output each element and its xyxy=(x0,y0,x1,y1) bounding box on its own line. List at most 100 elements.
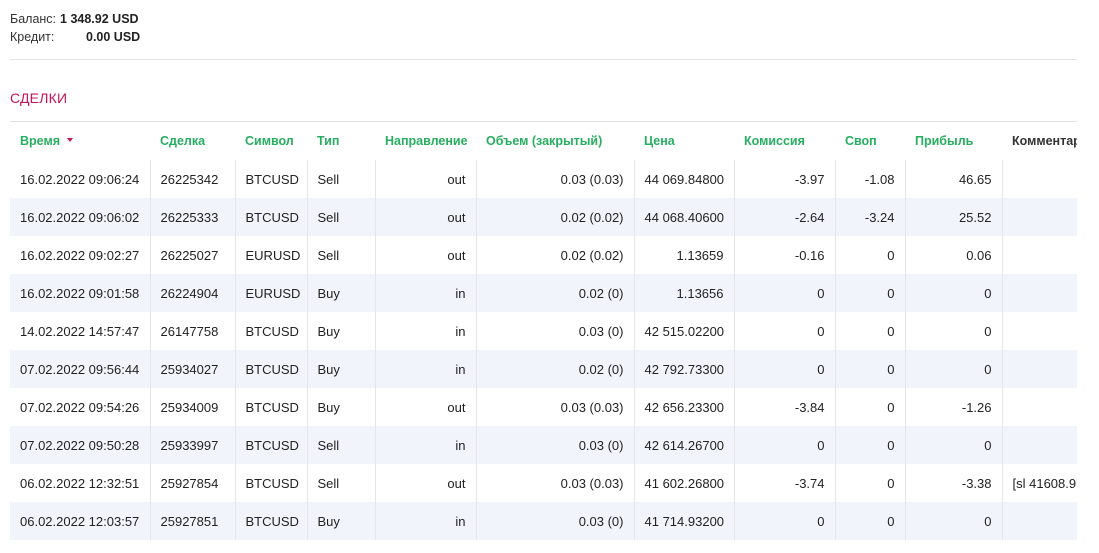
cell-commission: -3.97 xyxy=(733,160,835,198)
table-row[interactable]: 16.02.2022 09:06:02 26225333 BTCUSD Sell out… xyxy=(10,198,1077,236)
table-row[interactable]: 14.02.2022 14:57:47 26147758 BTCUSD Buy in 0.… xyxy=(10,312,1077,350)
cell-swap: 0 xyxy=(834,426,905,464)
cell-symbol: BTCUSD xyxy=(234,350,307,388)
cell-volume: 0.03 (0) xyxy=(475,502,634,540)
cell-price: 42 656.23300 xyxy=(633,388,734,426)
cell-comment: [sl 41608.9 xyxy=(1001,464,1077,502)
table-row[interactable]: 07.02.2022 09:50:28 25933997 BTCUSD Sell in 0… xyxy=(10,426,1077,464)
cell-time: 16.02.2022 09:02:27 xyxy=(20,247,140,263)
cell-volume: 0.02 (0) xyxy=(475,274,634,312)
cell-price: 1.13659 xyxy=(633,236,734,274)
cell-commission: -2.64 xyxy=(733,198,835,236)
cell-deal: 26147758 xyxy=(149,312,235,350)
balance-row: Баланс: 1 348.92 USD xyxy=(10,10,140,28)
cell-time: 16.02.2022 09:06:24 xyxy=(20,171,140,187)
cell-type: Sell xyxy=(306,426,375,464)
cell-type: Sell xyxy=(306,464,375,502)
divider xyxy=(10,59,1077,60)
cell-profit: 0 xyxy=(904,502,1002,540)
cell-type: Buy xyxy=(306,388,375,426)
column-header-price[interactable]: Цена xyxy=(634,122,734,160)
table-row[interactable]: 06.02.2022 12:32:51 25927854 BTCUSD Sell out… xyxy=(10,464,1077,502)
cell-price: 41 602.26800 xyxy=(633,464,734,502)
cell-symbol: BTCUSD xyxy=(234,464,307,502)
cell-deal: 25934009 xyxy=(149,388,235,426)
cell-symbol: EURUSD xyxy=(234,236,307,274)
cell-volume: 0.03 (0.03) xyxy=(475,464,634,502)
cell-swap: 0 xyxy=(834,312,905,350)
cell-profit: -1.26 xyxy=(904,388,1002,426)
cell-profit: 0 xyxy=(904,274,1002,312)
column-header-deal[interactable]: Сделка xyxy=(150,122,235,160)
cell-swap: 0 xyxy=(834,350,905,388)
cell-direction: out xyxy=(374,198,476,236)
cell-type: Sell xyxy=(306,160,375,198)
cell-time: 14.02.2022 14:57:47 xyxy=(20,323,140,339)
cell-symbol: BTCUSD xyxy=(234,388,307,426)
cell-time: 07.02.2022 09:50:28 xyxy=(10,426,150,464)
cell-price: 42 792.73300 xyxy=(633,350,734,388)
cell-profit: 25.52 xyxy=(904,198,1002,236)
deals-table-container[interactable]: Время Сделка Символ Тип Направление Объе… xyxy=(10,121,1077,553)
table-row[interactable]: 07.02.2022 09:56:44 25934027 BTCUSD Buy in 0.… xyxy=(10,350,1077,388)
cell-type: Buy xyxy=(306,350,375,388)
cell-time: 16.02.2022 09:06:02 xyxy=(10,198,150,236)
cell-time: 07.02.2022 09:54:26 xyxy=(20,399,140,415)
cell-profit: 0 xyxy=(904,426,1002,464)
cell-comment xyxy=(1001,312,1077,350)
cell-volume: 0.03 (0) xyxy=(475,426,634,464)
cell-comment xyxy=(1001,350,1077,388)
cell-direction: in xyxy=(374,502,476,540)
cell-direction: out xyxy=(374,160,476,198)
cell-type: Buy xyxy=(306,274,375,312)
cell-symbol: EURUSD xyxy=(234,274,307,312)
cell-type: Buy xyxy=(306,502,375,540)
cell-direction: in xyxy=(374,312,476,350)
column-header-profit[interactable]: Прибыль xyxy=(905,122,1002,160)
table-row[interactable]: 07.02.2022 09:54:26 25934009 BTCUSD Buy out 0… xyxy=(10,388,1077,426)
column-header-direction[interactable]: Направление xyxy=(375,122,476,160)
cell-profit: 0 xyxy=(904,312,1002,350)
cell-commission: 0 xyxy=(733,312,835,350)
cell-price: 44 069.84800 xyxy=(633,160,734,198)
cell-time: 07.02.2022 09:56:44 xyxy=(10,350,150,388)
balance-value: 1 348.92 USD xyxy=(60,12,139,26)
cell-commission: 0 xyxy=(733,274,835,312)
cell-price: 41 714.93200 xyxy=(633,502,734,540)
column-header-commission[interactable]: Комиссия xyxy=(734,122,835,160)
cell-commission: 0 xyxy=(733,350,835,388)
column-header-swap[interactable]: Своп xyxy=(835,122,905,160)
cell-deal: 26225333 xyxy=(149,198,235,236)
table-row[interactable]: 16.02.2022 09:01:58 26224904 EURUSD Buy in 0.… xyxy=(10,274,1077,312)
cell-comment xyxy=(1001,388,1077,426)
cell-commission: -3.84 xyxy=(733,388,835,426)
cell-direction: in xyxy=(374,350,476,388)
table-row[interactable]: 16.02.2022 09:06:24 26225342 BTCUSD Sell out… xyxy=(10,160,1077,198)
column-header-type[interactable]: Тип xyxy=(307,122,375,160)
cell-symbol: BTCUSD xyxy=(234,198,307,236)
cell-volume: 0.03 (0.03) xyxy=(475,388,634,426)
table-row[interactable]: 16.02.2022 09:02:27 26225027 EURUSD Sell out… xyxy=(10,236,1077,274)
column-header-time[interactable]: Время xyxy=(10,122,150,160)
cell-swap: -3.24 xyxy=(834,198,905,236)
column-header-comment[interactable]: Комментарий xyxy=(1002,122,1077,160)
cell-comment xyxy=(1001,274,1077,312)
cell-direction: in xyxy=(374,274,476,312)
cell-commission: 0 xyxy=(733,502,835,540)
cell-volume: 0.02 (0) xyxy=(475,350,634,388)
cell-symbol: BTCUSD xyxy=(234,426,307,464)
column-header-volume[interactable]: Объем (закрытый) xyxy=(476,122,634,160)
cell-deal: 25933997 xyxy=(149,426,235,464)
cell-symbol: BTCUSD xyxy=(234,502,307,540)
credit-value: 0.00 USD xyxy=(86,30,141,44)
section-title: СДЕЛКИ xyxy=(10,90,68,106)
sort-desc-icon[interactable] xyxy=(67,137,73,142)
cell-type: Sell xyxy=(306,236,375,274)
cell-comment xyxy=(1001,426,1077,464)
cell-deal: 26225342 xyxy=(149,160,235,198)
column-header-symbol[interactable]: Символ xyxy=(235,122,307,160)
table-row[interactable]: 06.02.2022 12:03:57 25927851 BTCUSD Buy in 0.… xyxy=(10,502,1077,540)
cell-profit: 0 xyxy=(904,350,1002,388)
cell-direction: out xyxy=(374,464,476,502)
cell-volume: 0.03 (0.03) xyxy=(475,160,634,198)
